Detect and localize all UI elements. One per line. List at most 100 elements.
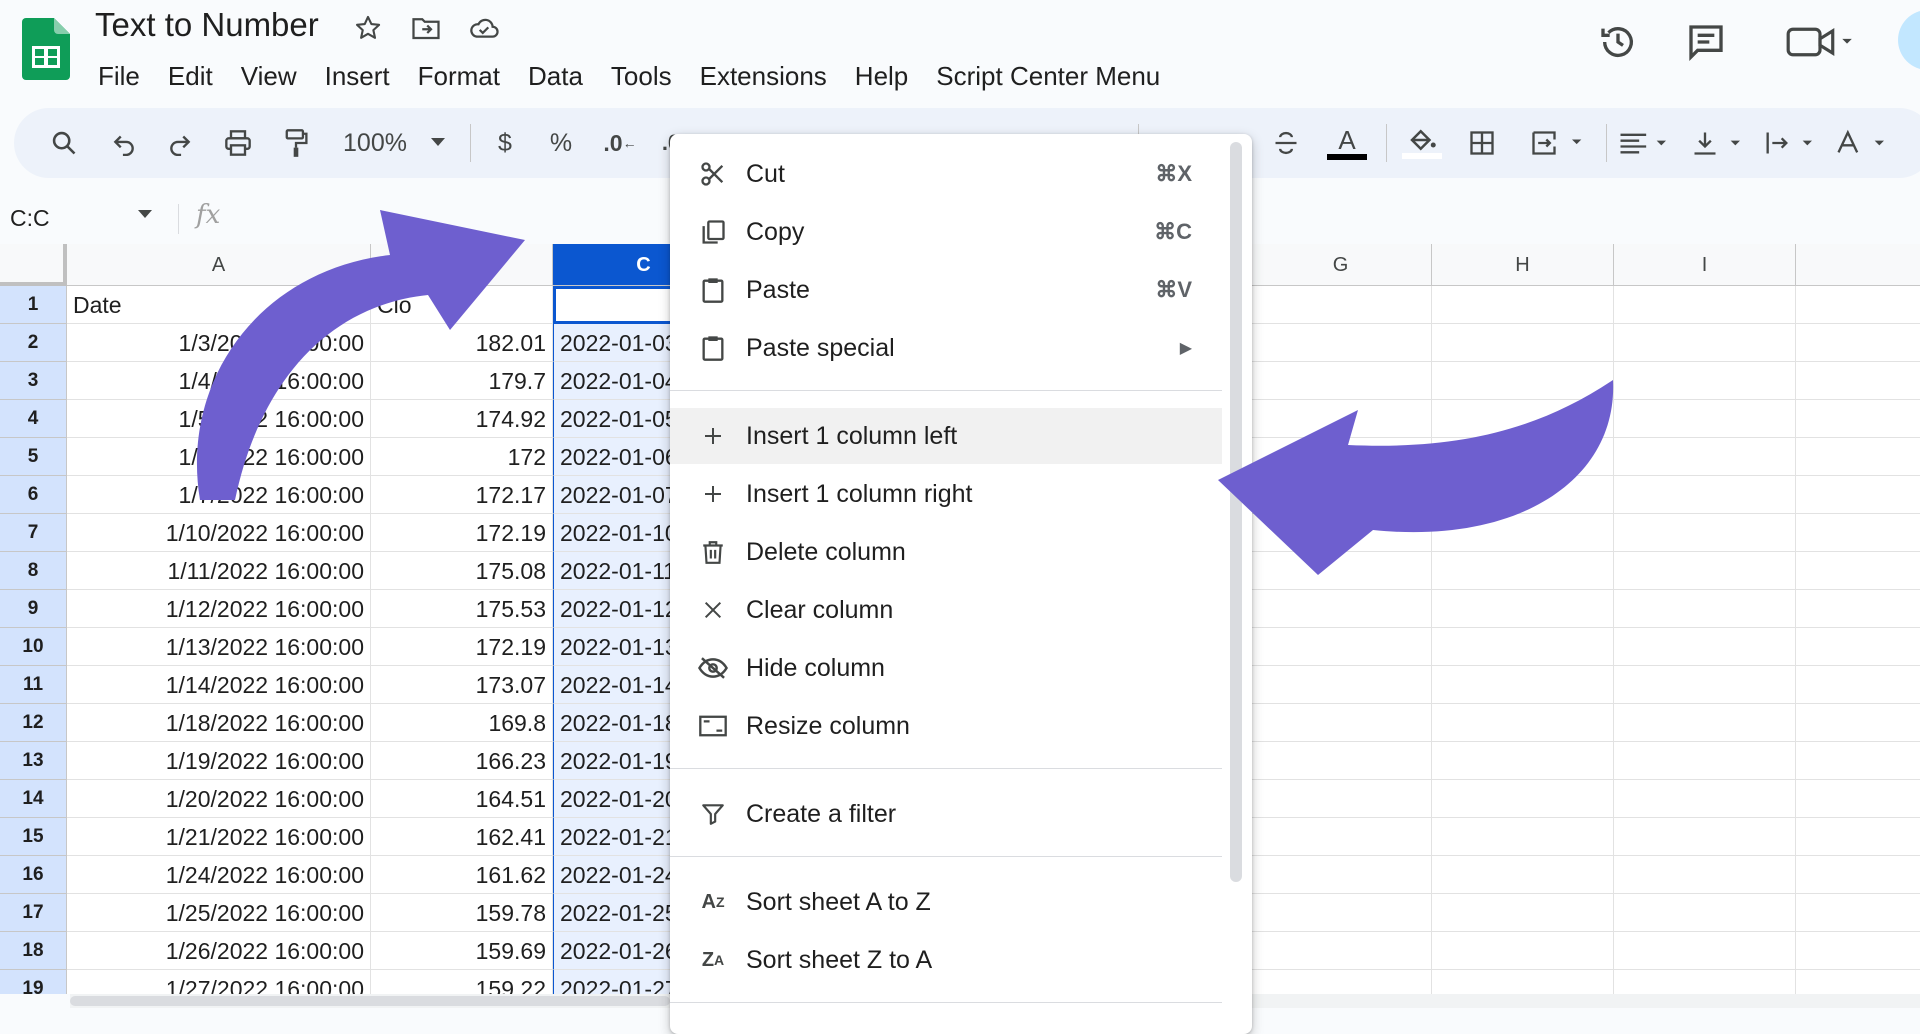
cell-empty[interactable] (1432, 704, 1614, 742)
cell-empty[interactable] (1250, 894, 1432, 932)
cell-empty[interactable] (1250, 400, 1432, 438)
cell-empty[interactable] (1432, 514, 1614, 552)
menu-file[interactable]: File (84, 56, 154, 96)
cell-empty[interactable] (1432, 324, 1614, 362)
cloud-saved-icon[interactable] (468, 12, 500, 44)
cell-empty[interactable] (1796, 704, 1920, 742)
cell-empty[interactable] (1614, 286, 1796, 324)
cell-b[interactable]: 159.78 (371, 894, 553, 932)
row-header[interactable]: 11 (0, 666, 67, 704)
menu-item-create-filter[interactable]: Create a filter (670, 786, 1222, 842)
row-header[interactable]: 10 (0, 628, 67, 666)
zoom-chevron-down-icon[interactable] (428, 120, 448, 166)
cell-empty[interactable] (1796, 894, 1920, 932)
cell-a[interactable]: 1/4/2022 16:00:00 (67, 362, 371, 400)
cell-empty[interactable] (1614, 476, 1796, 514)
row-header[interactable]: 12 (0, 704, 67, 742)
cell-empty[interactable] (1614, 704, 1796, 742)
cell-b[interactable]: 174.92 (371, 400, 553, 438)
cell-empty[interactable] (1432, 628, 1614, 666)
menu-item-clear-column[interactable]: Clear column (670, 582, 1222, 638)
cell-empty[interactable] (1250, 932, 1432, 970)
cell-a[interactable]: 1/26/2022 16:00:00 (67, 932, 371, 970)
cell-a[interactable]: 1/13/2022 16:00:00 (67, 628, 371, 666)
column-header-i[interactable]: I (1614, 244, 1796, 286)
cell-empty[interactable] (1614, 666, 1796, 704)
cell-empty[interactable] (1250, 514, 1432, 552)
cell-empty[interactable] (1432, 362, 1614, 400)
menu-item-resize-column[interactable]: Resize column (670, 698, 1222, 754)
zoom-select[interactable]: 100% (336, 120, 414, 166)
version-history-icon[interactable] (1594, 18, 1642, 66)
cell-b[interactable]: 175.53 (371, 590, 553, 628)
cell-empty[interactable] (1432, 818, 1614, 856)
cell-empty[interactable] (1796, 780, 1920, 818)
menu-item-hide-column[interactable]: Hide column (670, 640, 1222, 696)
row-header[interactable]: 13 (0, 742, 67, 780)
cell-empty[interactable] (1250, 438, 1432, 476)
cell-empty[interactable] (1614, 628, 1796, 666)
menu-item-delete-column[interactable]: Delete column (670, 524, 1222, 580)
menu-item-copy[interactable]: Copy ⌘C (670, 204, 1222, 260)
cell-empty[interactable] (1614, 970, 1796, 994)
cell-empty[interactable] (1432, 742, 1614, 780)
cell-empty[interactable] (1614, 362, 1796, 400)
cell-empty[interactable] (1614, 400, 1796, 438)
cell-empty[interactable] (1432, 970, 1614, 994)
menu-item-paste-special[interactable]: Paste special ▶ (670, 320, 1222, 376)
cell-b[interactable]: 172.17 (371, 476, 553, 514)
cell-empty[interactable] (1432, 932, 1614, 970)
cell-empty[interactable] (1796, 818, 1920, 856)
cell-a[interactable]: Date (67, 286, 371, 324)
cell-a[interactable]: 1/27/2022 16:00:00 (67, 970, 371, 994)
cell-empty[interactable] (1432, 894, 1614, 932)
document-title[interactable]: Text to Number (95, 6, 319, 44)
fill-color-icon[interactable] (1400, 120, 1444, 166)
cell-empty[interactable] (1796, 362, 1920, 400)
cell-empty[interactable] (1432, 438, 1614, 476)
redo-icon[interactable] (160, 120, 200, 166)
sheets-logo-icon[interactable] (22, 18, 70, 80)
cell-b[interactable]: 172.19 (371, 514, 553, 552)
column-header-g[interactable]: G (1250, 244, 1432, 286)
cell-empty[interactable] (1250, 286, 1432, 324)
cell-b[interactable]: 164.51 (371, 780, 553, 818)
cell-empty[interactable] (1796, 476, 1920, 514)
horizontal-scrollbar-thumb[interactable] (70, 996, 670, 1006)
cell-empty[interactable] (1796, 590, 1920, 628)
menu-item-cut[interactable]: Cut ⌘X (670, 146, 1222, 202)
cell-b[interactable]: 172.19 (371, 628, 553, 666)
row-header[interactable]: 19 (0, 970, 67, 994)
cell-empty[interactable] (1796, 628, 1920, 666)
cell-empty[interactable] (1796, 970, 1920, 994)
cell-empty[interactable] (1250, 780, 1432, 818)
cell-a[interactable]: 1/5/2022 16:00:00 (67, 400, 371, 438)
cell-a[interactable]: 1/6/2022 16:00:00 (67, 438, 371, 476)
cell-b[interactable]: 166.23 (371, 742, 553, 780)
cell-empty[interactable] (1432, 856, 1614, 894)
cell-a[interactable]: 1/20/2022 16:00:00 (67, 780, 371, 818)
search-menus-icon[interactable] (44, 120, 84, 166)
menu-help[interactable]: Help (841, 56, 922, 96)
cell-empty[interactable] (1614, 324, 1796, 362)
undo-icon[interactable] (104, 120, 144, 166)
name-box[interactable]: C:C (0, 198, 165, 238)
cell-empty[interactable] (1796, 438, 1920, 476)
cell-empty[interactable] (1250, 552, 1432, 590)
cell-empty[interactable] (1796, 286, 1920, 324)
decrease-decimal-button[interactable]: .0 ← (600, 120, 640, 166)
cell-a[interactable]: 1/18/2022 16:00:00 (67, 704, 371, 742)
cell-a[interactable]: 1/25/2022 16:00:00 (67, 894, 371, 932)
text-color-icon[interactable]: A (1324, 120, 1370, 166)
cell-empty[interactable] (1796, 856, 1920, 894)
cell-empty[interactable] (1250, 324, 1432, 362)
row-header[interactable]: 17 (0, 894, 67, 932)
borders-icon[interactable] (1460, 120, 1504, 166)
column-header-h[interactable]: H (1432, 244, 1614, 286)
menu-edit[interactable]: Edit (154, 56, 227, 96)
cell-empty[interactable] (1796, 552, 1920, 590)
cell-a[interactable]: 1/24/2022 16:00:00 (67, 856, 371, 894)
row-header[interactable]: 6 (0, 476, 67, 514)
cell-b[interactable]: 161.62 (371, 856, 553, 894)
row-header[interactable]: 18 (0, 932, 67, 970)
